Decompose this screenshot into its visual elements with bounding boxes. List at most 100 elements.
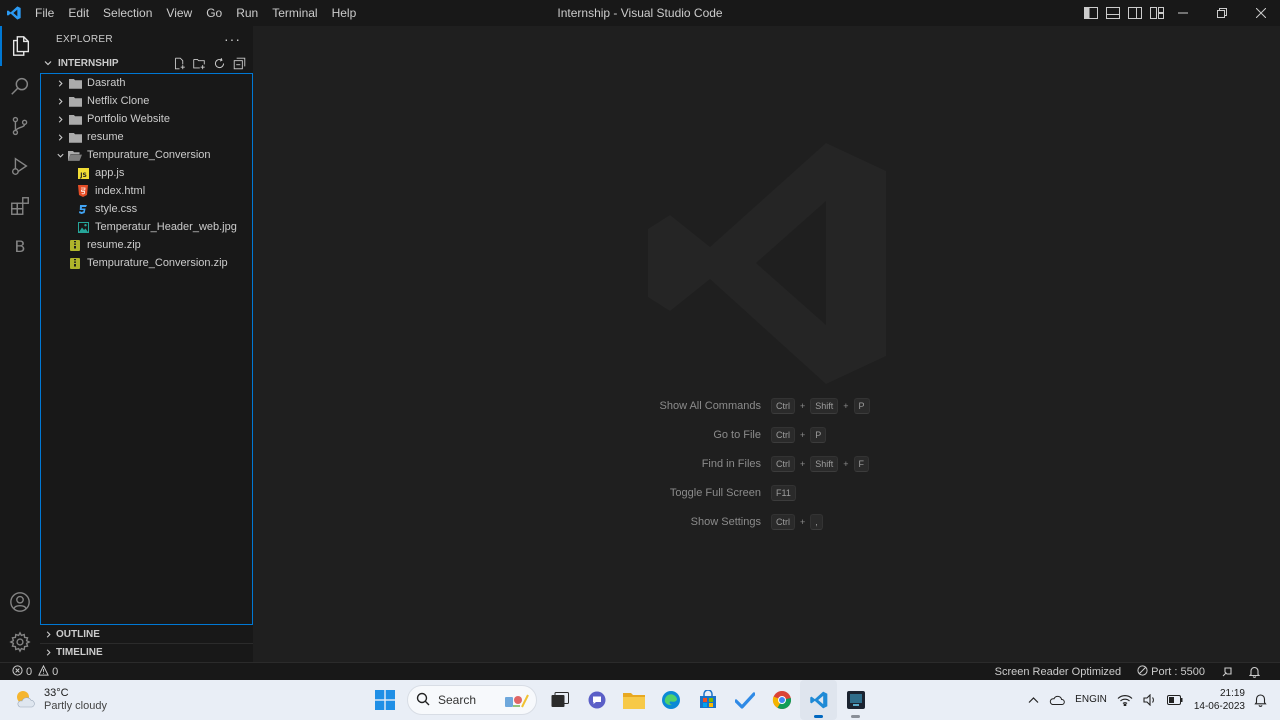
tree-item-label: app.js bbox=[95, 167, 125, 179]
window-title: Internship - Visual Studio Code bbox=[557, 6, 723, 20]
folder-actions bbox=[169, 54, 249, 72]
problems-indicator[interactable]: 0 0 bbox=[12, 663, 58, 681]
key: Ctrl bbox=[771, 514, 795, 530]
collapse-all-icon[interactable] bbox=[229, 54, 249, 72]
outline-section-header[interactable]: OUTLINE bbox=[40, 625, 253, 643]
tree-item-tempurature-conversion[interactable]: Tempurature_Conversion bbox=[41, 146, 252, 164]
toggle-primary-sidebar-icon[interactable] bbox=[1080, 2, 1102, 24]
tree-item-style-css[interactable]: style.css bbox=[41, 200, 252, 218]
onedrive-cloud-icon[interactable] bbox=[1044, 694, 1070, 706]
tree-item-portfolio-website[interactable]: Portfolio Website bbox=[41, 110, 252, 128]
bookmarks-icon[interactable]: B bbox=[0, 226, 40, 266]
menu-help[interactable]: Help bbox=[325, 0, 364, 26]
feedback-icon[interactable] bbox=[1213, 666, 1241, 678]
workspace-folder-header[interactable]: INTERNSHIP bbox=[40, 54, 253, 72]
restore-icon[interactable] bbox=[1202, 0, 1241, 26]
minimize-icon[interactable] bbox=[1163, 0, 1202, 26]
start-windows-icon[interactable] bbox=[366, 680, 403, 720]
weather-widget[interactable]: 33°C Partly cloudy bbox=[14, 680, 107, 720]
menu-view[interactable]: View bbox=[159, 0, 199, 26]
toggle-secondary-sidebar-icon[interactable] bbox=[1124, 2, 1146, 24]
tree-item-resume[interactable]: resume bbox=[41, 128, 252, 146]
file-tree: Dasrath Netflix Clone Portfolio Website … bbox=[40, 73, 253, 625]
menu-file[interactable]: File bbox=[28, 0, 61, 26]
shortcut-label: Toggle Full Screen bbox=[669, 487, 761, 499]
search-highlight-icon bbox=[504, 692, 530, 713]
notification-center-icon[interactable] bbox=[1249, 693, 1272, 707]
microsoft-store-icon[interactable] bbox=[689, 680, 726, 720]
layout-controls bbox=[1080, 0, 1168, 26]
weather-condition: Partly cloudy bbox=[44, 700, 107, 712]
shortcut-go-to-file: Go to File Ctrl + P bbox=[633, 425, 933, 445]
manage-gear-icon[interactable] bbox=[0, 622, 40, 662]
accounts-icon[interactable] bbox=[0, 582, 40, 622]
taskbar-apps: Search bbox=[366, 680, 874, 720]
tree-item-label: resume.zip bbox=[87, 239, 141, 251]
menu-selection[interactable]: Selection bbox=[96, 0, 159, 26]
status-bar: 0 0 Screen Reader Optimized Port : 5500 bbox=[0, 662, 1280, 680]
todo-icon[interactable] bbox=[726, 680, 763, 720]
search-icon[interactable] bbox=[0, 66, 40, 106]
menu-edit[interactable]: Edit bbox=[61, 0, 96, 26]
notifications-bell-icon[interactable] bbox=[1241, 666, 1268, 678]
key: F bbox=[853, 456, 870, 472]
vscode-logo-icon[interactable] bbox=[0, 0, 28, 26]
wifi-icon[interactable] bbox=[1112, 694, 1138, 706]
refresh-icon[interactable] bbox=[209, 54, 229, 72]
menu-terminal[interactable]: Terminal bbox=[265, 0, 324, 26]
file-explorer-icon[interactable] bbox=[615, 680, 652, 720]
key: Shift bbox=[810, 398, 839, 414]
show-hidden-icons-chevron-icon[interactable] bbox=[1023, 696, 1044, 704]
new-file-icon[interactable] bbox=[169, 54, 189, 72]
shortcut-show-settings: Show Settings Ctrl + , bbox=[633, 512, 933, 532]
chevron-right-icon bbox=[53, 97, 67, 106]
menu-run[interactable]: Run bbox=[229, 0, 265, 26]
taskbar-clock[interactable]: 21:19 14-06-2023 bbox=[1194, 687, 1245, 713]
menu-go[interactable]: Go bbox=[199, 0, 229, 26]
teams-chat-icon[interactable] bbox=[578, 680, 615, 720]
tree-item-tempurature-conversion-zip[interactable]: Tempurature_Conversion.zip bbox=[41, 254, 252, 272]
source-control-icon[interactable] bbox=[0, 106, 40, 146]
tree-item-temperatur-header-jpg[interactable]: Temperatur_Header_web.jpg bbox=[41, 218, 252, 236]
explorer-icon[interactable] bbox=[0, 26, 40, 66]
timeline-title: TIMELINE bbox=[56, 647, 103, 658]
tree-item-dasrath[interactable]: Dasrath bbox=[41, 74, 252, 92]
close-icon[interactable] bbox=[1241, 0, 1280, 26]
toggle-panel-icon[interactable] bbox=[1102, 2, 1124, 24]
terminal-app-icon[interactable] bbox=[837, 680, 874, 720]
tree-item-netflix-clone[interactable]: Netflix Clone bbox=[41, 92, 252, 110]
task-view-icon[interactable] bbox=[541, 680, 578, 720]
taskbar-search[interactable]: Search bbox=[407, 685, 537, 715]
new-folder-icon[interactable] bbox=[189, 54, 209, 72]
more-actions-icon[interactable]: ··· bbox=[224, 31, 241, 47]
vscode-taskbar-icon[interactable] bbox=[800, 680, 837, 720]
search-icon bbox=[416, 692, 430, 709]
explorer-header: EXPLORER ··· bbox=[56, 26, 253, 52]
zip-file-icon bbox=[67, 256, 83, 270]
volume-icon[interactable] bbox=[1138, 694, 1162, 706]
key: Ctrl bbox=[771, 398, 795, 414]
extensions-icon[interactable] bbox=[0, 186, 40, 226]
tree-item-label: resume bbox=[87, 131, 124, 143]
screen-reader-status[interactable]: Screen Reader Optimized bbox=[987, 666, 1130, 678]
editor-area[interactable]: Show All Commands Ctrl + Shift + P Go to F… bbox=[253, 26, 1280, 662]
timeline-section-header[interactable]: TIMELINE bbox=[40, 643, 253, 661]
tree-item-app-js[interactable]: JS app.js bbox=[41, 164, 252, 182]
activity-bar: B bbox=[0, 26, 40, 662]
outline-title: OUTLINE bbox=[56, 628, 100, 640]
input-language[interactable]: ENG IN bbox=[1070, 694, 1112, 706]
run-debug-icon[interactable] bbox=[0, 146, 40, 186]
chevron-right-icon bbox=[40, 630, 56, 639]
key: Ctrl bbox=[771, 456, 795, 472]
tree-item-resume-zip[interactable]: resume.zip bbox=[41, 236, 252, 254]
key: Ctrl bbox=[771, 427, 795, 443]
tree-item-label: Tempurature_Conversion bbox=[87, 149, 211, 161]
window-controls bbox=[1163, 0, 1280, 26]
temperature: 33°C bbox=[44, 687, 69, 699]
live-server-port[interactable]: Port : 5500 bbox=[1129, 665, 1213, 679]
edge-browser-icon[interactable] bbox=[652, 680, 689, 720]
status-right: Screen Reader Optimized Port : 5500 bbox=[987, 663, 1268, 681]
chrome-browser-icon[interactable] bbox=[763, 680, 800, 720]
tree-item-index-html[interactable]: index.html bbox=[41, 182, 252, 200]
battery-icon[interactable] bbox=[1162, 695, 1188, 705]
